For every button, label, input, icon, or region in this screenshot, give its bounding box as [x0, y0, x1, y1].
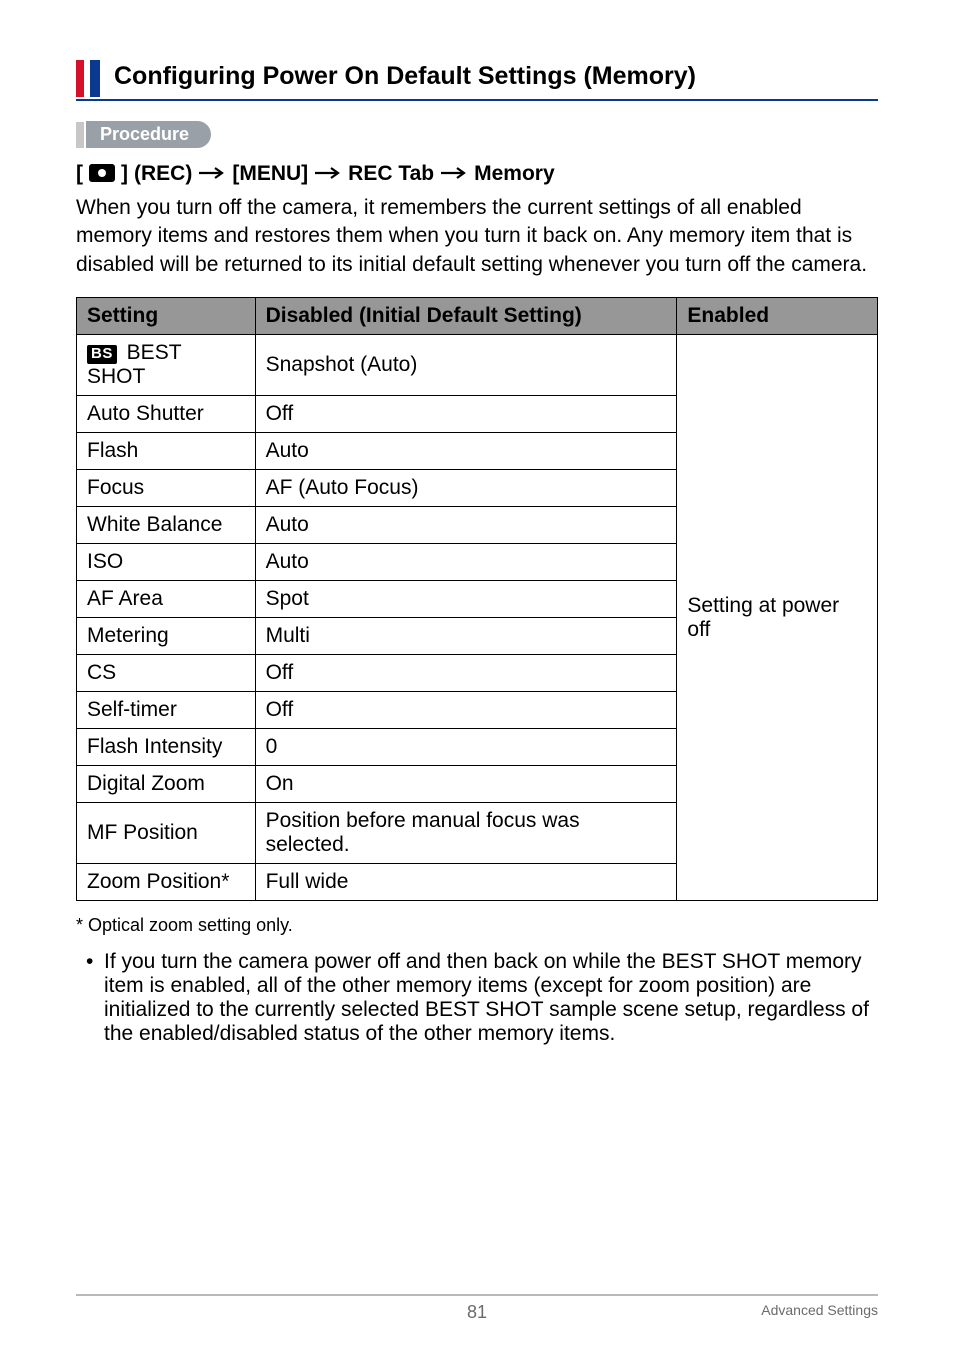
memory-settings-table: Setting Disabled (Initial Default Settin… [76, 297, 878, 901]
cell-disabled: Snapshot (Auto) [255, 335, 677, 396]
procedure-accent-bar [76, 122, 84, 148]
cell-disabled: Off [255, 692, 677, 729]
note-item: If you turn the camera power off and the… [86, 950, 878, 1046]
bracket-open: [ [76, 162, 83, 186]
cell-setting: MF Position [77, 803, 256, 864]
cell-setting: AF Area [77, 581, 256, 618]
cell-setting: Self-timer [77, 692, 256, 729]
intro-paragraph: When you turn off the camera, it remembe… [76, 194, 878, 279]
table-row: BS BEST SHOT Snapshot (Auto) Setting at … [77, 335, 878, 396]
heading-accent-red [76, 60, 84, 97]
cell-setting: Flash Intensity [77, 729, 256, 766]
section-title: Configuring Power On Default Settings (M… [114, 60, 878, 97]
page-footer: 81 Advanced Settings [76, 1294, 878, 1323]
path-menu: [MENU] [232, 162, 308, 186]
table-header-row: Setting Disabled (Initial Default Settin… [77, 298, 878, 335]
cell-disabled: Auto [255, 507, 677, 544]
cell-setting: Digital Zoom [77, 766, 256, 803]
procedure-heading: Procedure [76, 121, 878, 148]
bracket-close: ] [121, 162, 128, 186]
col-enabled: Enabled [677, 298, 878, 335]
footer-section-label: Advanced Settings [761, 1302, 878, 1318]
rec-label: (REC) [134, 162, 192, 186]
heading-underline [76, 99, 878, 101]
section-heading-wrap: Configuring Power On Default Settings (M… [76, 60, 878, 97]
cell-disabled: Off [255, 655, 677, 692]
arrow-icon [198, 162, 226, 186]
cell-setting: CS [77, 655, 256, 692]
footer-divider [76, 1294, 878, 1296]
camera-icon [89, 164, 115, 182]
arrow-icon [440, 162, 468, 186]
note-list: If you turn the camera power off and the… [76, 950, 878, 1046]
cell-setting: White Balance [77, 507, 256, 544]
cell-setting: BS BEST SHOT [77, 335, 256, 396]
cell-disabled: Spot [255, 581, 677, 618]
cell-disabled: On [255, 766, 677, 803]
path-rec-tab: REC Tab [348, 162, 434, 186]
cell-disabled: Position before manual focus was selecte… [255, 803, 677, 864]
footnote: * Optical zoom setting only. [76, 915, 878, 936]
procedure-label: Procedure [86, 121, 211, 148]
cell-disabled: AF (Auto Focus) [255, 470, 677, 507]
cell-disabled: Auto [255, 433, 677, 470]
path-memory: Memory [474, 162, 555, 186]
cell-disabled: Auto [255, 544, 677, 581]
cell-disabled: 0 [255, 729, 677, 766]
cell-disabled: Multi [255, 618, 677, 655]
heading-accent-blue [90, 60, 100, 97]
page-number: 81 [467, 1302, 487, 1323]
cell-setting: Flash [77, 433, 256, 470]
cell-setting: Focus [77, 470, 256, 507]
cell-enabled: Setting at power off [677, 335, 878, 901]
navigation-path: [] (REC) [MENU] REC Tab Memory [76, 162, 878, 186]
cell-setting: Zoom Position* [77, 864, 256, 901]
cell-setting: Auto Shutter [77, 396, 256, 433]
cell-setting: Metering [77, 618, 256, 655]
col-disabled: Disabled (Initial Default Setting) [255, 298, 677, 335]
cell-disabled: Off [255, 396, 677, 433]
cell-setting: ISO [77, 544, 256, 581]
arrow-icon [314, 162, 342, 186]
cell-disabled: Full wide [255, 864, 677, 901]
bs-badge-icon: BS [87, 345, 117, 364]
col-setting: Setting [77, 298, 256, 335]
